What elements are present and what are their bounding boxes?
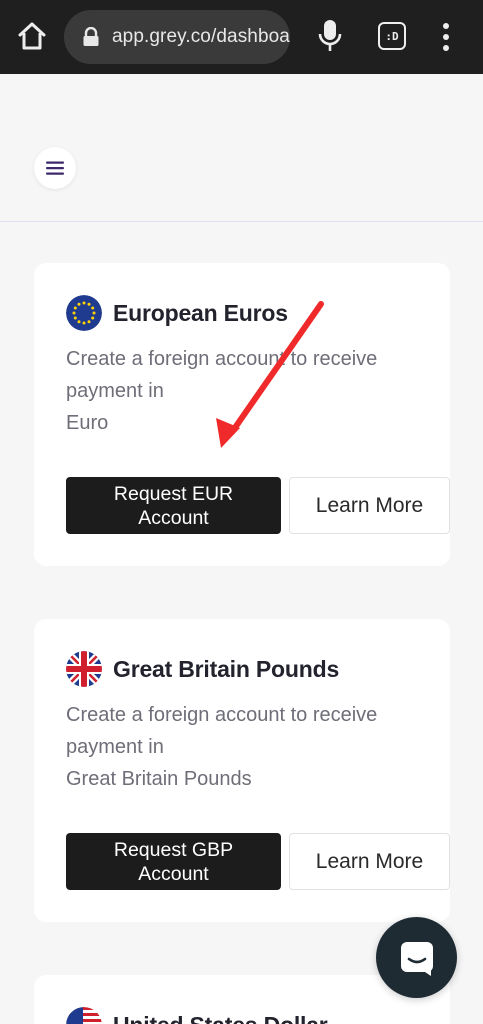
button-label-line: Account (138, 506, 209, 529)
app-header (0, 74, 483, 222)
description-line: payment in (66, 380, 164, 402)
card-description: Create a foreign account to receive paym… (66, 343, 426, 439)
button-label-line: Request EUR (113, 482, 234, 505)
card-title: European Euros (113, 300, 288, 326)
hamburger-icon (46, 161, 64, 175)
microphone-icon[interactable] (316, 18, 344, 54)
chat-icon (400, 941, 433, 976)
eu-flag-icon (66, 295, 102, 331)
uk-flag-icon (66, 651, 102, 687)
button-label-line: Request GBP (113, 838, 234, 861)
lock-icon (83, 27, 99, 46)
more-menu-icon[interactable] (434, 20, 458, 54)
gbp-account-card: Great Britain Pounds Create a foreign ac… (34, 619, 450, 922)
browser-toolbar: app.grey.co/dashboa :D (0, 0, 483, 74)
hamburger-menu-button[interactable] (34, 147, 76, 189)
description-line: Create a foreign account to receive (66, 348, 378, 370)
description-line: Great Britain Pounds (66, 768, 252, 790)
card-title: United States Dollar (113, 1012, 328, 1024)
card-title: Great Britain Pounds (113, 656, 340, 682)
description-line: payment in (66, 736, 164, 758)
request-gbp-account-button[interactable]: Request GBP Account (66, 833, 281, 890)
card-description: Create a foreign account to receive paym… (66, 699, 426, 795)
eur-account-card: European Euros Create a foreign account … (34, 263, 450, 566)
learn-more-gbp-button[interactable]: Learn More (289, 833, 450, 890)
us-flag-icon (66, 1007, 102, 1024)
chat-support-button[interactable] (376, 917, 457, 998)
button-label-line: Account (138, 862, 209, 885)
url-text: app.grey.co/dashboa (112, 26, 290, 47)
request-eur-account-button[interactable]: Request EUR Account (66, 477, 281, 534)
description-line: Euro (66, 412, 109, 434)
home-icon[interactable] (16, 20, 48, 52)
address-bar[interactable]: app.grey.co/dashboa (64, 10, 290, 64)
tab-switcher-button[interactable]: :D (378, 22, 406, 50)
description-line: Create a foreign account to receive (66, 704, 378, 726)
learn-more-eur-button[interactable]: Learn More (289, 477, 450, 534)
